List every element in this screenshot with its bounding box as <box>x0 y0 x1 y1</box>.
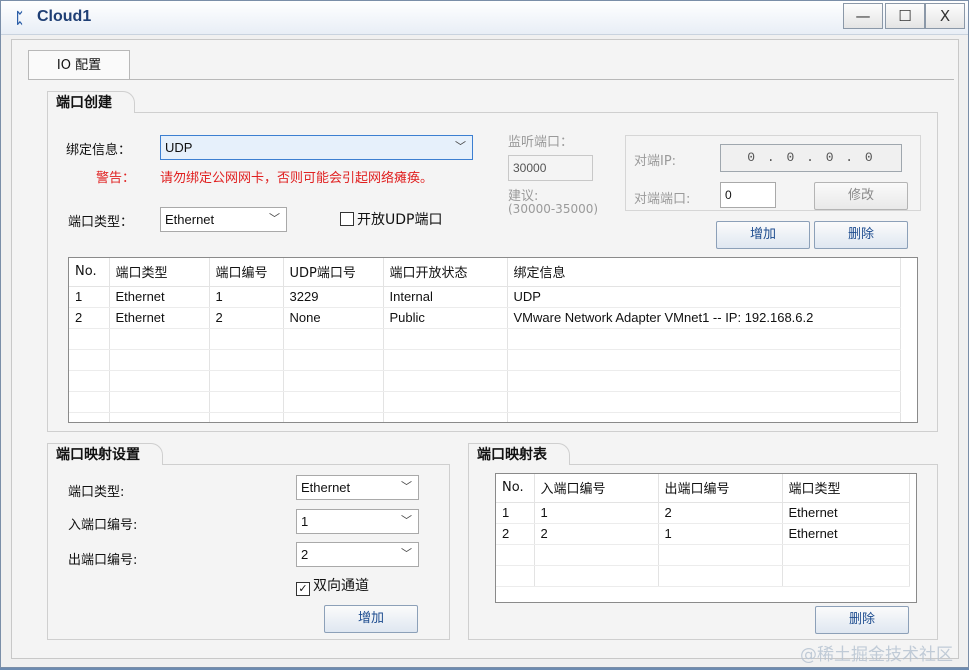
cell: UDP <box>507 286 901 308</box>
col-header-no[interactable]: No. <box>69 258 110 287</box>
bind-info-select[interactable]: UDP ﹀ <box>160 135 473 160</box>
cell: 2 <box>496 523 535 545</box>
cell: 2 <box>209 307 284 329</box>
bind-info-label: 绑定信息： <box>66 143 132 158</box>
mapping-table: No. 入端口编号 出端口编号 端口类型 1 1 2 Ethernet 2 2 … <box>495 473 917 603</box>
table-row[interactable]: 1 Ethernet 1 3229 Internal UDP <box>69 286 901 308</box>
close-button[interactable]: X <box>925 3 965 29</box>
cell: 3229 <box>283 286 384 308</box>
watermark-text: @稀土掘金技术社区 <box>800 645 953 665</box>
chevron-down-icon: ﹀ <box>401 515 412 527</box>
col-header-port-type[interactable]: 端口类型 <box>782 474 910 503</box>
check-icon: ✓ <box>296 582 310 596</box>
col-header-in-port[interactable]: 入端口编号 <box>534 474 659 503</box>
out-port-label: 出端口编号: <box>68 553 138 568</box>
port-type-label: 端口类型： <box>68 215 134 230</box>
mapping-table-group: 端口映射表 No. 入端口编号 出端口编号 端口类型 1 1 2 Etherne… <box>468 443 938 640</box>
window-title: Cloud1 <box>37 8 92 25</box>
cell: Internal <box>383 286 508 308</box>
mapping-table-title: 端口映射表 <box>468 443 570 465</box>
port-create-title: 端口创建 <box>47 91 135 113</box>
empty-row <box>69 391 901 413</box>
out-port-value: 2 <box>301 547 309 562</box>
mapping-settings-group: 端口映射设置 端口类型: Ethernet ﹀ 入端口编号: 1 ﹀ 出端口编号… <box>47 443 450 640</box>
empty-row <box>69 370 901 392</box>
bidirectional-label: 双向通道 <box>313 578 369 594</box>
listen-port-label: 监听端口： <box>508 135 574 150</box>
empty-row <box>496 565 910 587</box>
maximize-button[interactable]: ☐ <box>885 3 925 29</box>
delete-mapping-button[interactable]: 删除 <box>815 606 909 634</box>
out-port-select[interactable]: 2 ﹀ <box>296 542 419 567</box>
col-header-port-type[interactable]: 端口类型 <box>109 258 210 287</box>
table-row[interactable]: 2 Ethernet 2 None Public VMware Network … <box>69 307 901 329</box>
empty-row <box>69 328 901 350</box>
in-port-label: 入端口编号: <box>68 518 138 533</box>
cell: 1 <box>534 502 659 524</box>
open-udp-label: 开放UDP端口 <box>357 212 443 228</box>
cell: Ethernet <box>782 502 910 524</box>
col-header-udp-port[interactable]: UDP端口号 <box>283 258 384 287</box>
minimize-button[interactable]: — <box>843 3 883 29</box>
peer-ip-field[interactable]: 0 . 0 . 0 . 0 <box>720 144 902 172</box>
peer-ip-label: 对端IP: <box>634 154 677 169</box>
col-header-port-no[interactable]: 端口编号 <box>209 258 284 287</box>
chevron-down-icon: ﹀ <box>401 481 412 493</box>
warning-text: 请勿绑定公网网卡，否则可能会引起网络瘫痪。 <box>160 171 434 186</box>
cell: Ethernet <box>109 286 210 308</box>
col-header-out-port[interactable]: 出端口编号 <box>658 474 783 503</box>
map-port-type-label: 端口类型: <box>68 485 125 500</box>
mapping-settings-title: 端口映射设置 <box>47 443 163 465</box>
cloud-app-icon: ᛈ <box>15 9 25 27</box>
table-row[interactable]: 2 2 1 Ethernet <box>496 523 910 545</box>
cell: 1 <box>209 286 284 308</box>
add-mapping-button[interactable]: 增加 <box>324 605 418 633</box>
col-header-no[interactable]: No. <box>496 474 535 503</box>
peer-port-label: 对端端口: <box>634 192 691 207</box>
map-port-type-value: Ethernet <box>301 480 351 495</box>
in-port-value: 1 <box>301 514 309 529</box>
client-area: IO 配置 端口创建 绑定信息： UDP ﹀ 警告： 请勿绑定公网网卡，否则可能… <box>11 39 959 659</box>
cell: Ethernet <box>782 523 910 545</box>
col-header-open-state[interactable]: 端口开放状态 <box>383 258 508 287</box>
cell: Public <box>383 307 508 329</box>
cell: 1 <box>69 286 110 308</box>
empty-row <box>69 349 901 371</box>
suggest-range: (30000-35000) <box>508 202 599 216</box>
table-row[interactable]: 1 1 2 Ethernet <box>496 502 910 524</box>
tab-io-config[interactable]: IO 配置 <box>28 50 130 80</box>
cell: 2 <box>534 523 659 545</box>
modify-button[interactable]: 修改 <box>814 182 908 210</box>
cell: VMware Network Adapter VMnet1 -- IP: 192… <box>507 307 901 329</box>
cell: 2 <box>658 502 783 524</box>
cloud-config-window: ᛈ Cloud1 — ☐ X IO 配置 端口创建 绑定信息： UDP ﹀ 警告… <box>0 0 969 668</box>
add-port-button[interactable]: 增加 <box>716 221 810 249</box>
map-port-type-select[interactable]: Ethernet ﹀ <box>296 475 419 500</box>
listen-port-field[interactable]: 30000 <box>508 155 593 181</box>
chevron-down-icon: ﹀ <box>401 548 412 560</box>
delete-port-button[interactable]: 删除 <box>814 221 908 249</box>
port-table: No. 端口类型 端口编号 UDP端口号 端口开放状态 绑定信息 1 Ether… <box>68 257 918 423</box>
cell: Ethernet <box>109 307 210 329</box>
bidirectional-checkbox[interactable]: ✓ 双向通道 <box>296 575 369 596</box>
chevron-down-icon: ﹀ <box>455 141 466 153</box>
empty-row <box>496 544 910 566</box>
checkbox-box <box>340 212 354 226</box>
cell: 1 <box>496 502 535 524</box>
col-header-bind-info[interactable]: 绑定信息 <box>507 258 901 287</box>
port-create-group: 端口创建 绑定信息： UDP ﹀ 警告： 请勿绑定公网网卡，否则可能会引起网络瘫… <box>47 91 938 432</box>
cell: 2 <box>69 307 110 329</box>
cell: None <box>283 307 384 329</box>
empty-row <box>69 412 901 422</box>
open-udp-checkbox[interactable]: 开放UDP端口 <box>340 209 442 229</box>
warning-label: 警告： <box>96 171 136 186</box>
cell: 1 <box>658 523 783 545</box>
peer-port-field[interactable]: 0 <box>720 182 776 208</box>
port-type-select[interactable]: Ethernet ﹀ <box>160 207 287 232</box>
title-bar[interactable]: ᛈ Cloud1 — ☐ X <box>1 1 968 35</box>
port-type-value: Ethernet <box>165 212 215 227</box>
in-port-select[interactable]: 1 ﹀ <box>296 509 419 534</box>
chevron-down-icon: ﹀ <box>269 213 280 225</box>
bind-info-value: UDP <box>165 140 193 155</box>
